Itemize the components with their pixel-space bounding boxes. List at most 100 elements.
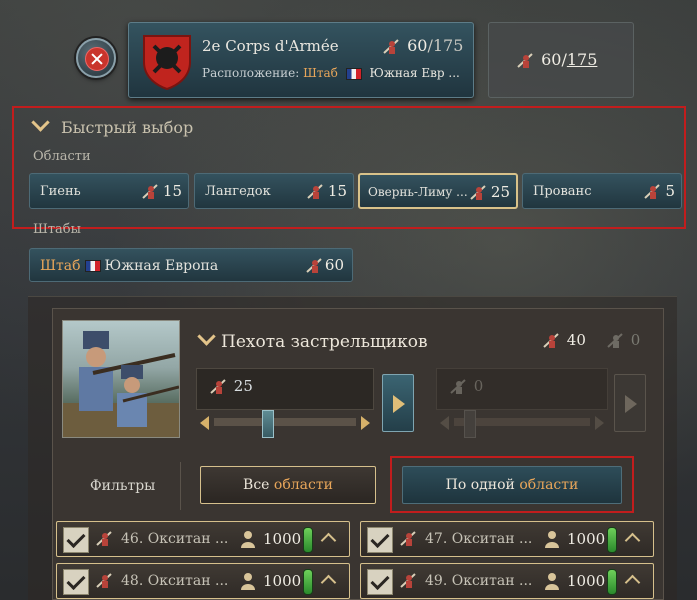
chevron-up-icon[interactable] (320, 574, 337, 591)
soldier-icon (542, 331, 562, 351)
filter-one-prefix: По одной (445, 477, 515, 493)
corps-shield-icon (143, 35, 191, 90)
decrease-arrow-icon[interactable] (200, 416, 209, 430)
hq-place: Южная Европа (104, 258, 219, 274)
soldier-icon (469, 183, 489, 203)
slider-handle[interactable] (464, 410, 477, 438)
arrow-right-icon (393, 395, 405, 413)
unit-title: Пехота застрельщиков (221, 332, 428, 352)
region-count-value: 5 (665, 182, 675, 200)
division-name: 46. Окситан ... (121, 531, 229, 547)
region-count-value: 25 (490, 183, 510, 201)
division-manpower: 1000 (263, 530, 302, 548)
quick-select-title: Быстрый выбор (61, 118, 194, 137)
unit-type-toggle[interactable]: Пехота застрельщиков (197, 327, 428, 352)
arrow-right-icon (625, 395, 637, 413)
hq-count-value: 60 (324, 256, 344, 274)
soldier-icon (382, 37, 402, 57)
division-manpower: 1000 (567, 530, 606, 548)
close-button[interactable] (76, 38, 116, 78)
soldier-icon (399, 571, 419, 591)
region-label: Прованс (533, 184, 592, 199)
chevron-up-icon[interactable] (624, 574, 641, 591)
morale-bar (303, 527, 313, 553)
corps-count-max: /175 (427, 36, 464, 55)
division-row[interactable]: 47. Окситан ... 1000 (360, 521, 654, 557)
location-place: Южная Евр ... (369, 66, 460, 80)
increase-arrow-icon[interactable] (595, 416, 604, 430)
slider-value: 0 (449, 377, 483, 397)
region-count-value: 15 (327, 182, 347, 200)
checkbox-checked[interactable] (367, 527, 393, 553)
division-row[interactable]: 48. Окситан ... 1000 (56, 563, 350, 599)
filter-one-accent: области (519, 477, 579, 493)
morale-bar (607, 569, 617, 595)
corps-name: 2e Corps d'Armée (202, 37, 339, 55)
chevron-up-icon[interactable] (320, 532, 337, 549)
region-count-value: 15 (162, 182, 182, 200)
location-label: Расположение: (202, 66, 300, 80)
soldier-icon (95, 571, 115, 591)
manpower-icon (545, 573, 559, 590)
transfer-right-button[interactable] (382, 374, 414, 432)
slider-track[interactable] (214, 418, 356, 426)
increase-arrow-icon[interactable] (361, 416, 370, 430)
transfer-right-button-disabled[interactable] (614, 374, 646, 432)
checkbox-checked[interactable] (367, 569, 393, 595)
division-row[interactable]: 46. Окситан ... 1000 (56, 521, 350, 557)
regions-label: Области (33, 149, 91, 164)
region-button-auvergne[interactable]: Овернь-Лиму ... 25 (358, 173, 518, 209)
total-count-current: 60 (541, 50, 562, 69)
division-name: 49. Окситан ... (425, 573, 533, 589)
troop-slider-left[interactable]: 25 (196, 368, 374, 438)
checkbox-checked[interactable] (63, 527, 89, 553)
corps-troop-count: 60/175 (382, 36, 463, 57)
total-troop-count: 60/175 (516, 50, 597, 71)
soldier-icon (95, 529, 115, 549)
decrease-arrow-icon[interactable] (440, 416, 449, 430)
hq-label: Штабы (33, 222, 81, 237)
region-button-provence[interactable]: Прованс 5 (522, 173, 682, 209)
chevron-up-icon[interactable] (624, 532, 641, 549)
hq-prefix: Штаб (40, 258, 81, 274)
troop-slider-right[interactable]: 0 (436, 368, 608, 438)
corps-count-current: 60 (407, 36, 428, 55)
region-button-languedoc[interactable]: Лангедок 15 (194, 173, 354, 209)
skirmisher-portrait-image (62, 320, 180, 438)
region-label: Гиень (40, 184, 81, 199)
checkbox-checked[interactable] (63, 569, 89, 595)
filter-all-regions-button[interactable]: Все области (200, 466, 376, 504)
division-name: 48. Окситан ... (121, 573, 229, 589)
filter-all-prefix: Все (243, 477, 270, 493)
division-name: 47. Окситан ... (425, 531, 533, 547)
hq-count: 60 (305, 256, 344, 276)
region-count: 15 (141, 182, 182, 202)
filter-one-region-button[interactable]: По одной области (402, 466, 622, 504)
slider-right-value: 0 (473, 377, 484, 395)
slider-handle[interactable] (261, 410, 274, 438)
divider (180, 462, 181, 510)
hq-button-label: Штаб Южная Европа (40, 258, 218, 274)
slider-value: 25 (209, 377, 253, 397)
division-manpower: 1000 (567, 572, 606, 590)
soldier-icon (305, 256, 325, 276)
manpower-icon (241, 531, 255, 548)
hq-button-southern-europe[interactable]: Штаб Южная Европа 60 (29, 248, 353, 282)
soldier-icon (643, 182, 663, 202)
region-count: 15 (306, 182, 347, 202)
region-button-guyenne[interactable]: Гиень 15 (29, 173, 189, 209)
slider-value-box: 0 (436, 368, 608, 410)
slider-value-box: 25 (196, 368, 374, 410)
location-hq: Штаб (303, 66, 338, 80)
quick-select-toggle[interactable]: Быстрый выбор (31, 113, 194, 137)
total-count-max: 175 (566, 50, 598, 69)
soldier-icon (399, 529, 419, 549)
manpower-icon (545, 531, 559, 548)
unit-count-inactive-value: 0 (630, 331, 641, 349)
morale-bar (607, 527, 617, 553)
division-row[interactable]: 49. Окситан ... 1000 (360, 563, 654, 599)
corps-location: Расположение: Штаб Южная Евр ... (202, 66, 460, 80)
region-label: Овернь-Лиму ... (368, 185, 468, 199)
soldier-icon (141, 182, 161, 202)
soldier-icon (606, 331, 626, 351)
